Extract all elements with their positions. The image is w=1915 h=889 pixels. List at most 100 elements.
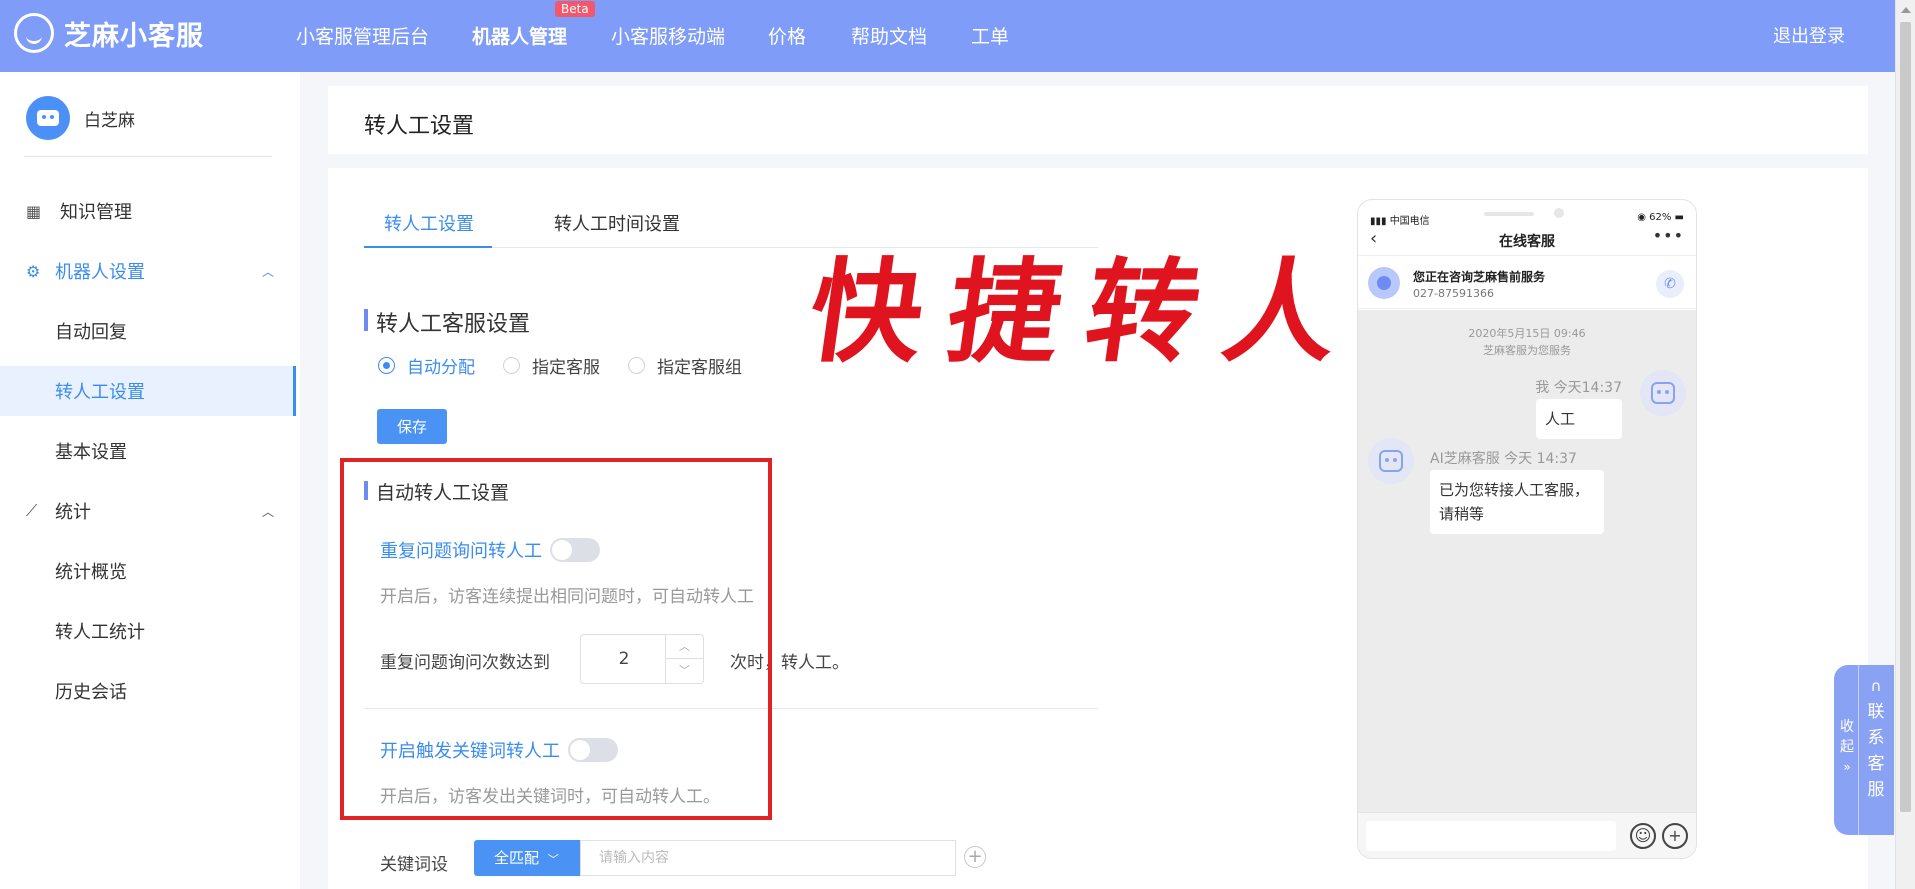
camera bbox=[1554, 208, 1564, 218]
robot-name: 白芝麻 bbox=[84, 110, 135, 131]
banner-phone: 027-87591366 bbox=[1413, 287, 1494, 300]
battery-text: ◉ 62% ▬ bbox=[1637, 212, 1684, 223]
banner-title: 您正在咨询芝麻售前服务 bbox=[1413, 270, 1546, 284]
bot-face-icon bbox=[1379, 450, 1403, 472]
top-nav-bar: 芝麻小客服 小客服管理后台 机器人管理 Beta 小客服移动端 价格 帮助文档 … bbox=[0, 0, 1895, 72]
page-scrollbar[interactable] bbox=[1895, 0, 1915, 889]
sidebar-item-label: 基本设置 bbox=[55, 442, 127, 463]
sidebar-item-statistics[interactable]: ⟋ 统计 ︿ bbox=[0, 486, 296, 536]
sidebar-item-label: 机器人设置 bbox=[55, 262, 145, 283]
sidebar-item-label: 知识管理 bbox=[60, 202, 132, 223]
carrier-text: ▮▮▮ 中国电信 bbox=[1370, 216, 1430, 227]
sidebar-item-label: 转人工设置 bbox=[55, 382, 145, 403]
sidebar-item-transfer-settings[interactable]: 转人工设置 bbox=[0, 366, 296, 416]
radio-specific-agent[interactable]: 指定客服 bbox=[503, 353, 600, 378]
nav-item-tickets[interactable]: 工单 bbox=[971, 22, 1009, 49]
chevron-up-icon: ︿ bbox=[262, 504, 275, 519]
robot-avatar bbox=[26, 96, 70, 140]
speaker bbox=[1484, 212, 1534, 216]
sidebar-item-transfer-stats[interactable]: 转人工统计 bbox=[0, 606, 296, 656]
robot-icon bbox=[37, 110, 59, 126]
logout-link[interactable]: 退出登录 bbox=[1773, 22, 1845, 48]
collapse-label: 收起 bbox=[1840, 719, 1854, 755]
chat-timestamp: 2020年5月15日 09:46 bbox=[1468, 327, 1586, 340]
service-avatar bbox=[1368, 267, 1400, 299]
chat-service-note: 芝麻客服为您服务 bbox=[1483, 344, 1571, 357]
nav-item-pricing[interactable]: 价格 bbox=[768, 22, 806, 49]
radio-dot bbox=[628, 357, 645, 374]
sidebar-item-basic-settings[interactable]: 基本设置 bbox=[0, 426, 296, 476]
robot-profile: 白芝麻 bbox=[26, 96, 135, 140]
emoji-icon[interactable]: ☺ bbox=[1630, 823, 1656, 849]
chevron-down-icon: ﹀ bbox=[547, 853, 559, 866]
battery-level: 62% bbox=[1649, 212, 1672, 223]
chat-input[interactable] bbox=[1366, 821, 1616, 851]
scroll-up-icon[interactable] bbox=[1901, 7, 1911, 13]
sidebar-item-robot-settings[interactable]: ⚙ 机器人设置 ︿ bbox=[0, 246, 296, 296]
sidebar: 白芝麻 ▦ 知识管理 ⚙ 机器人设置 ︿ 自动回复 转人工设置 基本设置 ⟋ 统… bbox=[0, 72, 300, 889]
chevron-up-icon: ︿ bbox=[262, 264, 275, 279]
bot-avatar bbox=[1368, 438, 1414, 484]
contact-label: 联系客服 bbox=[1867, 702, 1885, 800]
radio-auto-assign[interactable]: 自动分配 bbox=[378, 353, 475, 378]
nav-item-robot-management[interactable]: 机器人管理 bbox=[472, 22, 567, 49]
plus-icon[interactable]: + bbox=[1662, 823, 1688, 849]
bot-message-name: AI芝麻客服 今天 14:37 bbox=[1430, 451, 1577, 467]
radio-label: 指定客服 bbox=[532, 358, 600, 378]
keyword-input[interactable]: 请输入内容 bbox=[580, 840, 956, 876]
assignment-radio-group: 自动分配 指定客服 指定客服组 bbox=[378, 353, 770, 378]
chat-input-bar: ☺ + bbox=[1358, 812, 1696, 858]
beta-badge: Beta bbox=[555, 1, 595, 17]
bot-face-icon bbox=[1651, 382, 1675, 404]
phone-call-icon[interactable]: ✆ bbox=[1656, 270, 1684, 298]
save-button[interactable]: 保存 bbox=[377, 409, 447, 444]
phone-preview: ▮▮▮ 中国电信 ◉ 62% ▬ ‹ 在线客服 ••• 您正在咨询芝麻售前服务 … bbox=[1358, 200, 1696, 858]
app-logo[interactable]: 芝麻小客服 bbox=[14, 13, 204, 53]
sidebar-item-stats-overview[interactable]: 统计概览 bbox=[0, 546, 296, 596]
app-name: 芝麻小客服 bbox=[64, 20, 204, 52]
contact-service-button[interactable]: ∩ 联系客服 bbox=[1864, 673, 1888, 803]
radio-agent-group[interactable]: 指定客服组 bbox=[628, 353, 742, 378]
page-title: 转人工设置 bbox=[364, 114, 475, 139]
double-chevron-right-icon: » bbox=[1843, 760, 1851, 774]
gear-icon: ⚙ bbox=[26, 261, 41, 281]
user-message-bubble: 人工 bbox=[1536, 399, 1622, 439]
radio-label: 指定客服组 bbox=[657, 358, 742, 378]
sidebar-item-label: 统计 bbox=[55, 502, 91, 523]
phone-header-title: 在线客服 bbox=[1499, 234, 1555, 250]
consult-banner: 您正在咨询芝麻售前服务 027-87591366 ✆ bbox=[1358, 257, 1696, 309]
match-mode-select[interactable]: 全匹配 ﹀ bbox=[474, 840, 580, 876]
bot-message-bubble: 已为您转接人工客服，请稍等 bbox=[1430, 470, 1604, 534]
nav-item-admin[interactable]: 小客服管理后台 bbox=[296, 22, 429, 49]
headset-icon: ∩ bbox=[1870, 677, 1882, 695]
sidebar-item-label: 历史会话 bbox=[55, 682, 127, 703]
active-tab-indicator bbox=[364, 246, 492, 248]
sidebar-item-label: 转人工统计 bbox=[55, 622, 145, 643]
sidebar-item-label: 自动回复 bbox=[55, 322, 127, 343]
sidebar-item-history[interactable]: 历史会话 bbox=[0, 666, 296, 716]
more-icon[interactable]: ••• bbox=[1653, 226, 1684, 245]
tab-transfer-time-settings[interactable]: 转人工时间设置 bbox=[554, 210, 680, 236]
grid-icon: ▦ bbox=[26, 201, 42, 221]
tab-transfer-settings[interactable]: 转人工设置 bbox=[384, 210, 474, 236]
radio-dot bbox=[503, 357, 520, 374]
keyword-label: 关键词设 bbox=[380, 855, 448, 875]
highlight-box bbox=[340, 458, 772, 820]
scroll-thumb[interactable] bbox=[1900, 22, 1911, 812]
service-settings-title: 转人工客服设置 bbox=[364, 306, 530, 338]
widget-divider bbox=[1858, 665, 1859, 835]
phone-header: ‹ 在线客服 ••• bbox=[1358, 226, 1696, 256]
sidebar-item-auto-reply[interactable]: 自动回复 bbox=[0, 306, 296, 356]
chat-area: 2020年5月15日 09:46 芝麻客服为您服务 我 今天14:37 人工 A… bbox=[1358, 310, 1696, 812]
logo-icon bbox=[14, 13, 54, 53]
nav-item-mobile[interactable]: 小客服移动端 bbox=[611, 22, 725, 49]
phone-notch bbox=[1428, 200, 1626, 224]
sidebar-divider bbox=[24, 156, 272, 157]
collapse-button[interactable]: 收起 » bbox=[1838, 717, 1856, 777]
nav-item-help-docs[interactable]: 帮助文档 bbox=[851, 22, 927, 49]
user-message-name: 我 今天14:37 bbox=[1535, 380, 1622, 396]
radio-dot bbox=[378, 357, 395, 374]
sidebar-item-knowledge[interactable]: ▦ 知识管理 bbox=[0, 186, 296, 236]
page-header: 转人工设置 bbox=[328, 86, 1868, 154]
add-keyword-icon[interactable]: + bbox=[964, 846, 986, 868]
